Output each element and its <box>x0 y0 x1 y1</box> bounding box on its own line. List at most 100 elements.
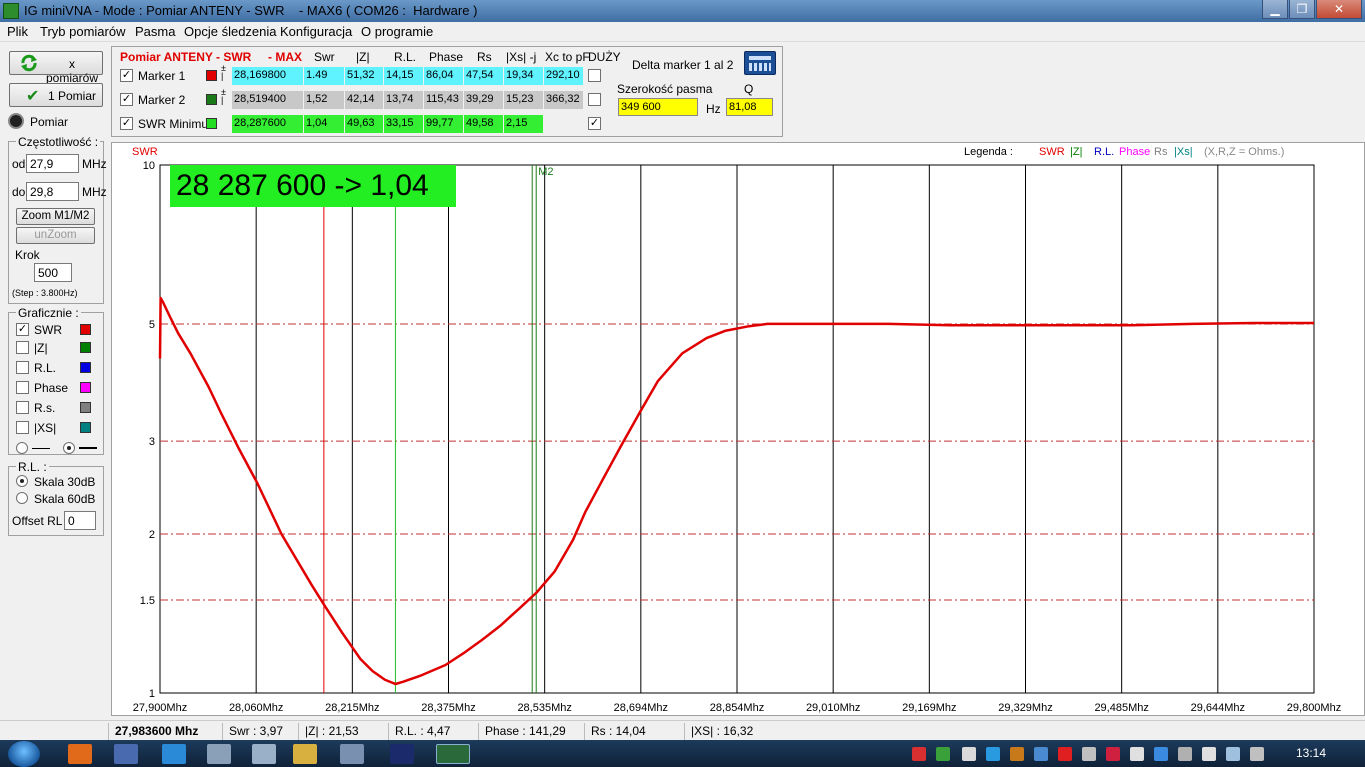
y-tick-label: 5 <box>149 319 155 331</box>
calculator-icon[interactable] <box>744 51 776 75</box>
tray-blue-icon[interactable] <box>1154 747 1168 761</box>
phase-checkbox[interactable] <box>16 381 29 394</box>
swr-graph-label: SWR <box>34 323 62 337</box>
marker2-checkbox[interactable]: ✓ <box>120 93 133 106</box>
minimize-button[interactable]: ▁ <box>1262 0 1288 19</box>
swr-checkbox[interactable]: ✓ <box>16 323 29 336</box>
zoom-m1m2-button[interactable]: Zoom M1/M2 <box>16 208 95 225</box>
rl-checkbox[interactable] <box>16 361 29 374</box>
network-app-icon[interactable] <box>252 744 276 764</box>
tray-network-icon[interactable] <box>1082 747 1096 761</box>
close-button[interactable]: ✕ <box>1316 0 1362 19</box>
tray-search-icon[interactable] <box>986 747 1000 761</box>
marker1-label: Marker 1 <box>138 69 186 83</box>
tray-device-icon[interactable] <box>1202 747 1216 761</box>
legend-title: Legenda : <box>964 146 1013 158</box>
mode-title: Pomiar ANTENY - SWR <box>120 50 252 64</box>
menu-o-programie[interactable]: O programie <box>361 24 433 39</box>
save-app-icon[interactable] <box>114 744 138 764</box>
tray-app-icon[interactable] <box>1034 747 1048 761</box>
marker2-color-swatch[interactable] <box>206 94 217 105</box>
explorer-icon[interactable] <box>293 744 317 764</box>
tray-hd-icon[interactable] <box>962 747 976 761</box>
marker2-stepper[interactable]: ± | <box>221 88 226 105</box>
marker1-checkbox[interactable]: ✓ <box>120 69 133 82</box>
taskbar-clock[interactable]: 13:14 <box>1296 746 1326 760</box>
y-tick-label: 3 <box>149 436 155 448</box>
swr-min-z: 49,63 <box>345 115 384 133</box>
status-swr: Swr : 3,97 <box>222 723 298 740</box>
xs-color-swatch[interactable] <box>80 422 91 433</box>
header-duzy: DUŻY <box>588 50 621 64</box>
marker2-swr: 1,52 <box>304 91 345 109</box>
menu-pasma[interactable]: Pasma <box>135 24 175 39</box>
tray-red-icon[interactable] <box>1106 747 1120 761</box>
tray-signal-bars-icon[interactable] <box>1226 747 1240 761</box>
x-tick-label: 28,375Mhz <box>421 702 475 714</box>
x-tick-label: 28,854Mhz <box>710 702 764 714</box>
minivna-taskbar-icon[interactable] <box>436 744 470 764</box>
x-tick-label: 29,800Mhz <box>1287 702 1341 714</box>
menu-konfiguracja[interactable]: Konfiguracja <box>280 24 352 39</box>
legend-swr: SWR <box>1039 146 1065 158</box>
unzoom-button[interactable]: unZoom <box>16 227 95 244</box>
tray-flag-icon[interactable] <box>1178 747 1192 761</box>
rl-30db-radio[interactable] <box>16 475 28 487</box>
swr-chart[interactable]: 27,900Mhz 28,060Mhz 28,215Mhz 28,375Mhz 28,5… <box>111 142 1365 716</box>
photoshop-icon[interactable] <box>390 744 414 764</box>
window-app-icon[interactable] <box>340 744 364 764</box>
z-checkbox[interactable] <box>16 341 29 354</box>
marker1-z: 51,32 <box>345 67 384 85</box>
internet-explorer-icon[interactable] <box>162 744 186 764</box>
tray-ati-icon[interactable] <box>1058 747 1072 761</box>
multi-measure-button[interactable]: x pomiarów <box>9 51 103 85</box>
rl-60db-label: Skala 60dB <box>34 492 96 506</box>
z-color-swatch[interactable] <box>80 342 91 353</box>
tray-audio-app-icon[interactable] <box>1130 747 1144 761</box>
maximize-button[interactable]: ❐ <box>1289 0 1315 19</box>
menu-tryb-pomiarow[interactable]: Tryb pomiarów <box>40 24 125 39</box>
offset-rl-input[interactable]: 0 <box>64 511 96 530</box>
rs-checkbox[interactable] <box>16 401 29 414</box>
swr-min-xs: 2,15 <box>504 115 544 133</box>
tray-icon-1[interactable] <box>912 747 926 761</box>
menu-plik[interactable]: Plik <box>7 24 28 39</box>
swr-min-banner: 28 287 600 -> 1,04 <box>170 165 456 207</box>
single-measure-button[interactable]: ✔ 1 Pomiar <box>9 83 103 107</box>
swr-chart-svg[interactable]: 27,900Mhz 28,060Mhz 28,215Mhz 28,375Mhz 28,5… <box>112 143 1365 717</box>
krok-input[interactable]: 500 <box>34 263 72 282</box>
marker2-xs: 15,23 <box>504 91 544 109</box>
do-input[interactable]: 29,8 <box>26 182 79 201</box>
rs-color-swatch[interactable] <box>80 402 91 413</box>
swr-min-swr: 1,04 <box>304 115 345 133</box>
swr-min-checkbox[interactable]: ✓ <box>120 117 133 130</box>
tray-signal-icon[interactable] <box>936 747 950 761</box>
tray-shield-icon[interactable] <box>1010 747 1024 761</box>
marker1-freq[interactable]: 28,169800 <box>232 67 304 85</box>
marker1-color-swatch[interactable] <box>206 70 217 81</box>
firefox-icon[interactable] <box>68 744 92 764</box>
thin-line-radio[interactable] <box>16 442 28 454</box>
od-input[interactable]: 27,9 <box>26 154 79 173</box>
marker1-stepper[interactable]: ± | <box>221 64 226 81</box>
status-rl: R.L. : 4,47 <box>388 723 478 740</box>
rl-60db-radio[interactable] <box>16 492 28 504</box>
header-swr: Swr <box>314 50 335 64</box>
start-button-icon[interactable] <box>8 741 40 767</box>
graph-group-label: Graficznie : <box>16 306 81 320</box>
marker2-duzy-checkbox[interactable] <box>588 93 601 106</box>
marker2-freq[interactable]: 28,519400 <box>232 91 304 109</box>
xs-graph-label: |XS| <box>34 421 57 435</box>
app-icon-4[interactable] <box>207 744 231 764</box>
xs-checkbox[interactable] <box>16 421 29 434</box>
swr-min-duzy-checkbox[interactable]: ✓ <box>588 117 601 130</box>
bandwidth-unit: Hz <box>706 102 721 116</box>
volume-icon[interactable] <box>1250 747 1264 761</box>
thick-line-radio[interactable] <box>63 442 75 454</box>
swr-color-swatch[interactable] <box>80 324 91 335</box>
rl-color-swatch[interactable] <box>80 362 91 373</box>
phase-color-swatch[interactable] <box>80 382 91 393</box>
marker1-duzy-checkbox[interactable] <box>588 69 601 82</box>
swr-min-color-swatch[interactable] <box>206 118 217 129</box>
menu-opcje-sledzenia[interactable]: Opcje śledzenia <box>184 24 277 39</box>
